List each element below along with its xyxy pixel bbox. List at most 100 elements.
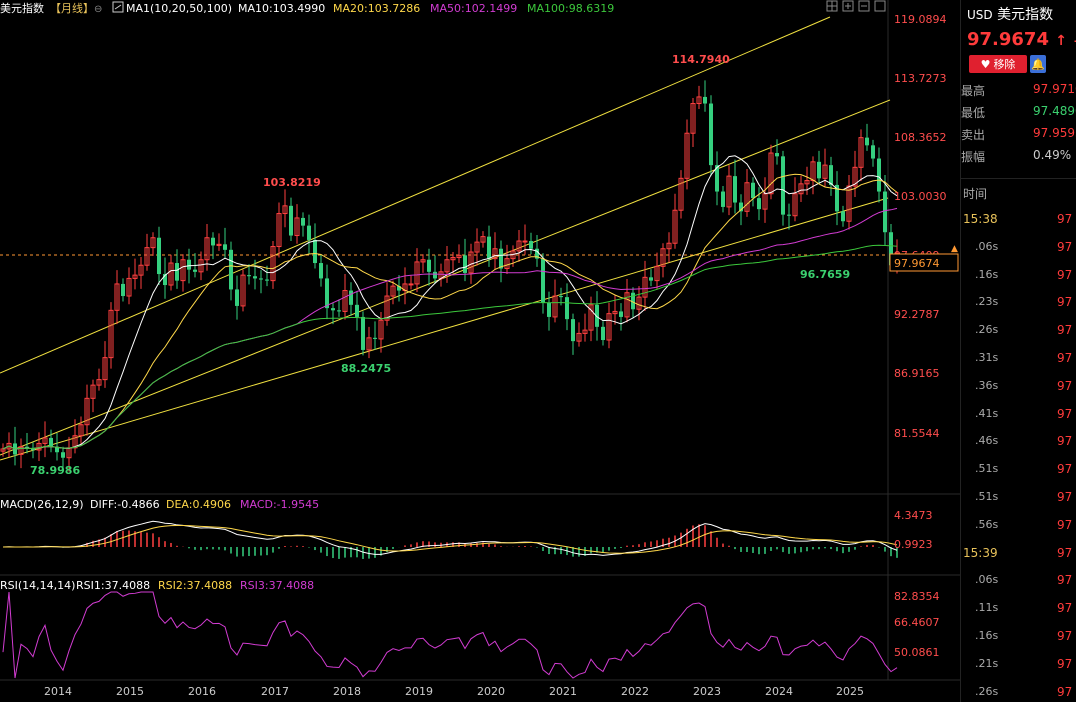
last-price-value: 97.9674: [967, 29, 1049, 50]
quote-stat-row: 振幅 0.49%: [961, 148, 1076, 170]
instrument-name: 美元指数: [997, 7, 1054, 23]
tick-time: 15:38: [963, 212, 998, 226]
x-axis-year: 2015: [116, 685, 144, 698]
tick-price: 97: [1057, 212, 1073, 226]
rsi-legend-name: RSI(14,14,14): [0, 579, 75, 592]
main-legend-period[interactable]: 【月线】: [50, 1, 94, 15]
rsi-axis-label: 82.8354: [894, 590, 940, 603]
time-header-label: 时间: [963, 187, 988, 201]
macd-legend-macd: MACD:-1.9545: [240, 498, 319, 511]
x-axis-year: 2021: [549, 685, 577, 698]
price-axis-label: 103.0030: [894, 190, 947, 203]
legend-ma100: MA100:98.6319: [527, 2, 614, 15]
heart-icon: ♥: [980, 57, 991, 71]
price-axis-label: 92.2787: [894, 308, 940, 321]
macd-legend-dea: DEA:0.4906: [166, 498, 231, 511]
tick-price: 97: [1057, 295, 1073, 310]
legend-ma10: MA10:103.4990: [238, 2, 325, 15]
annotation-high: 103.8219: [263, 176, 321, 189]
annotation-low: 78.9986: [30, 464, 80, 477]
tick-price: 97: [1057, 462, 1073, 477]
quote-stat-row: 卖出 97.9593: [961, 126, 1076, 148]
x-axis-year: 2024: [765, 685, 793, 698]
annotation-high: 114.7940: [672, 53, 730, 66]
tick-time: .26s: [975, 684, 999, 698]
price-axis-label: 113.7273: [894, 72, 947, 85]
kline-chart[interactable]: 美元指数 【月线】 ⊖ MA1(10,20,50,100) MA10:103.4…: [0, 0, 960, 702]
x-axis-year: 2025: [836, 685, 864, 698]
tick-time: .36s: [975, 378, 999, 392]
tick-time: .41s: [975, 406, 999, 420]
remove-favorite-button[interactable]: ♥ 移除: [969, 55, 1027, 73]
tick-time: .31s: [975, 351, 999, 364]
quote-stat-label: 最高: [961, 84, 986, 98]
tick-price: 97: [1057, 545, 1073, 560]
tick-price: 97: [1057, 267, 1073, 282]
macd-axis-label: 4.3473: [894, 509, 933, 522]
x-axis-year: 2022: [621, 685, 649, 698]
tick-time: .56s: [975, 517, 999, 531]
tick-price: 97: [1057, 684, 1073, 699]
rsi-axis-label: 50.0861: [894, 646, 940, 659]
tick-time: .21s: [975, 656, 999, 670]
tick-time: .16s: [975, 267, 999, 281]
tick-time: .23s: [975, 295, 999, 309]
price-axis-label: 119.0894: [894, 13, 947, 26]
tick-time: .16s: [975, 629, 999, 642]
legend-ma1: MA1(10,20,50,100): [126, 2, 232, 15]
tick-time: .51s: [975, 490, 999, 503]
tick-time: .11s: [975, 601, 999, 615]
x-axis-year: 2020: [477, 685, 505, 698]
tick-price: 97: [1057, 573, 1073, 588]
quote-title: USD 美元指数: [967, 4, 1053, 24]
currency-code: USD: [967, 8, 993, 22]
tick-time: .06s: [975, 573, 999, 587]
tick-price: 97: [1057, 323, 1073, 338]
bell-icon[interactable]: 🔔: [1030, 55, 1046, 73]
quote-panel: USD 美元指数 97.9674 ↑ + ♥ 移除 🔔 最高 97.9710 最低 9…: [960, 0, 1076, 702]
tick-price: 97: [1057, 601, 1073, 616]
annotation-low: 96.7659: [800, 268, 850, 281]
tick-price: 97: [1057, 434, 1073, 449]
quote-stat-label: 最低: [961, 106, 986, 120]
x-axis-year: 2016: [188, 685, 216, 698]
current-price-label: 97.9674: [894, 257, 940, 270]
tick-price: 97: [1057, 517, 1073, 532]
price-axis-label: 86.9165: [894, 367, 940, 380]
tick-price: 97: [1057, 656, 1073, 671]
rsi-legend-rsi1: RSI1:37.4088: [76, 579, 150, 592]
x-axis-year: 2023: [693, 685, 721, 698]
macd-legend-name: MACD(26,12,9): [0, 498, 84, 511]
candle[interactable]: [709, 95, 713, 177]
quote-stat-row: 最高 97.9710: [961, 82, 1076, 104]
arrow-up-icon: ↑: [1055, 33, 1067, 49]
last-price: 97.9674 ↑ +: [967, 29, 1076, 50]
quote-stat-label: 卖出: [961, 128, 986, 142]
tick-time: .26s: [975, 323, 999, 337]
quote-stat-value: 97.9710: [1033, 82, 1076, 96]
annotation-low: 88.2475: [341, 362, 391, 375]
candle[interactable]: [781, 150, 785, 226]
tick-time: .51s: [975, 462, 999, 476]
tick-price: 97: [1057, 378, 1073, 393]
rsi-axis-label: 66.4607: [894, 616, 940, 629]
quote-stat-row: 最低 97.4890: [961, 104, 1076, 126]
x-axis-year: 2014: [44, 685, 72, 698]
main-legend-symbol: 美元指数: [0, 1, 44, 15]
chevron-down-icon[interactable]: ⊖: [94, 4, 102, 15]
legend-ma20: MA20:103.7286: [333, 2, 420, 15]
x-axis-year: 2019: [405, 685, 433, 698]
rsi-legend-rsi2: RSI2:37.4088: [158, 579, 232, 592]
x-axis-year: 2018: [333, 685, 361, 698]
time-header: 时间: [961, 185, 1076, 207]
arrow-up-icon: ▲: [951, 244, 958, 254]
price-axis-label: 108.3652: [894, 131, 947, 144]
tick-time: .46s: [975, 434, 999, 448]
tick-price: 97: [1057, 351, 1073, 365]
rsi-legend-rsi3: RSI3:37.4088: [240, 579, 314, 592]
tick-price: 97: [1057, 406, 1073, 421]
legend-ma50: MA50:102.1499: [430, 2, 517, 15]
tick-price: 97: [1057, 490, 1073, 504]
quote-stat-label: 振幅: [961, 150, 986, 164]
tick-price: 97: [1057, 239, 1073, 254]
